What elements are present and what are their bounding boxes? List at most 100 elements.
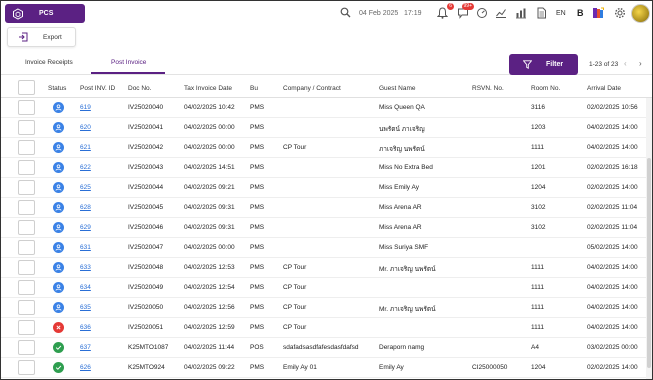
doc-no-cell: IV25020047 [128, 244, 164, 251]
trend-chart-icon[interactable] [494, 6, 507, 19]
column-bu[interactable]: Bu [250, 85, 258, 92]
doc-no-cell: K25MTO924 [128, 364, 165, 371]
post-inv-id-link[interactable]: 628 [80, 204, 91, 211]
column-status[interactable]: Status [48, 85, 66, 92]
table-row[interactable]: 637 K25MTO1087 04/02/2025 11:44 POS sdafadsa… [1, 338, 646, 358]
status-checkmark-icon [53, 362, 64, 373]
table-row[interactable]: 625 IV25020044 04/02/2025 09:21 PMS Miss Emi… [1, 178, 646, 198]
post-inv-id-link[interactable]: 636 [80, 324, 91, 331]
table-row[interactable]: 629 IV25020046 04/02/2025 09:31 PMS Miss Are… [1, 218, 646, 238]
row-checkbox[interactable] [18, 100, 35, 115]
row-checkbox[interactable] [18, 220, 35, 235]
table-row[interactable]: 628 IV25020045 04/02/2025 09:31 PMS Miss Are… [1, 198, 646, 218]
language-selector[interactable]: EN [556, 10, 566, 17]
tab-invoice-receipts[interactable]: Invoice Receipts [25, 59, 73, 66]
column-tax-invoice-date[interactable]: Tax Invoice Date [184, 85, 232, 92]
bell-icon[interactable]: 6 [436, 3, 454, 19]
column-post-inv-id[interactable]: Post INV. ID [80, 85, 115, 92]
row-checkbox[interactable] [18, 120, 35, 135]
row-checkbox[interactable] [18, 340, 35, 355]
tax-invoice-date-cell: 04/02/2025 14:51 [184, 164, 235, 171]
row-checkbox[interactable] [18, 320, 35, 335]
user-avatar[interactable] [631, 4, 650, 23]
row-checkbox[interactable] [18, 140, 35, 155]
document-icon[interactable] [535, 6, 548, 19]
gauge-icon[interactable] [475, 6, 488, 19]
palette-icon[interactable] [591, 6, 604, 19]
row-checkbox[interactable] [18, 160, 35, 175]
scrollbar-thumb[interactable] [647, 158, 651, 368]
table-row[interactable]: 634 IV25020049 04/02/2025 12:54 PMS CP Tour 1… [1, 278, 646, 298]
tab-post-invoice[interactable]: Post Invoice [111, 59, 146, 66]
table-row[interactable]: 621 IV25020042 04/02/2025 00:00 PMS CP Tour ภ… [1, 138, 646, 158]
table-row[interactable]: 635 IV25020050 04/02/2025 12:56 PMS CP Tour M… [1, 298, 646, 318]
post-inv-id-link[interactable]: 626 [80, 364, 91, 371]
row-checkbox[interactable] [18, 240, 35, 255]
row-checkbox[interactable] [18, 300, 35, 315]
next-page-button[interactable]: › [639, 59, 642, 68]
row-checkbox[interactable] [18, 180, 35, 195]
status-user-icon [53, 302, 64, 313]
table-row[interactable]: 633 IV25020048 04/02/2025 12:53 PMS CP Tour M… [1, 258, 646, 278]
table-row[interactable]: 636 IV25020051 04/02/2025 12:59 PMS CP Tour 1… [1, 318, 646, 338]
post-inv-id-link[interactable]: 629 [80, 224, 91, 231]
message-icon[interactable]: 99+ [456, 3, 474, 19]
b-button[interactable]: B [577, 8, 584, 18]
row-checkbox[interactable] [18, 280, 35, 295]
post-inv-id-link[interactable]: 637 [80, 344, 91, 351]
column-company-contract[interactable]: Company / Contract [283, 85, 341, 92]
room-no-cell: 1203 [531, 124, 546, 131]
tax-invoice-date-cell: 04/02/2025 12:56 [184, 304, 235, 311]
arrival-date-cell: 04/02/2025 14:00 [587, 304, 638, 311]
post-inv-id-link[interactable]: 631 [80, 244, 91, 251]
column-arrival-date[interactable]: Arrival Date [587, 85, 621, 92]
rsvn-no-cell: CI25000050 [472, 364, 508, 371]
post-inv-id-link[interactable]: 621 [80, 144, 91, 151]
status-user-icon [53, 102, 64, 113]
column-guest-name[interactable]: Guest Name [379, 85, 416, 92]
current-date: 04 Feb 2025 [359, 10, 399, 17]
post-inv-id-link[interactable]: 620 [80, 124, 91, 131]
row-checkbox[interactable] [18, 360, 35, 375]
row-checkbox[interactable] [18, 200, 35, 215]
message-badge: 99+ [461, 3, 474, 10]
column-room-no[interactable]: Room No. [531, 85, 560, 92]
table-scrollbar[interactable] [646, 98, 652, 379]
column-rsvn-no[interactable]: RSVN. No. [472, 85, 504, 92]
doc-no-cell: IV25020043 [128, 164, 164, 171]
table-row[interactable]: 622 IV25020043 04/02/2025 14:51 PMS Miss No … [1, 158, 646, 178]
table-row[interactable]: 620 IV25020041 04/02/2025 00:00 PMS นพรัตน์ … [1, 118, 646, 138]
post-inv-id-link[interactable]: 633 [80, 264, 91, 271]
table-row[interactable]: 626 K25MTO924 04/02/2025 09:22 PMS Emily Ay … [1, 358, 646, 378]
arrival-date-cell: 04/02/2025 14:00 [587, 284, 638, 291]
bar-chart-icon[interactable] [514, 6, 527, 19]
row-checkbox[interactable] [18, 260, 35, 275]
bu-cell: PMS [250, 184, 265, 191]
arrival-date-cell: 02/02/2025 11:04 [587, 224, 638, 231]
company-contract-cell: sdafadsasdfafesdasfdafsd [283, 344, 359, 351]
post-inv-id-link[interactable]: 625 [80, 184, 91, 191]
post-inv-id-link[interactable]: 619 [80, 104, 91, 111]
table-row[interactable]: 631 IV25020047 04/02/2025 00:00 PMS Miss Sur… [1, 238, 646, 258]
select-all-checkbox[interactable] [18, 80, 35, 95]
bu-cell: PMS [250, 244, 265, 251]
guest-name-cell: ภาเจริญ นพรัตน์ [379, 146, 425, 153]
doc-no-cell: IV25020040 [128, 104, 164, 111]
post-inv-id-link[interactable]: 634 [80, 284, 91, 291]
search-icon[interactable] [340, 7, 351, 18]
table-row[interactable]: 619 IV25020040 04/02/2025 10:42 PMS Miss Que… [1, 98, 646, 118]
post-inv-id-link[interactable]: 635 [80, 304, 91, 311]
app-switcher[interactable]: PCS [5, 4, 85, 23]
guest-name-cell: Mr. ภาเจริญ นพรัตน์ [379, 266, 436, 273]
status-user-icon [53, 242, 64, 253]
settings-gear-icon[interactable] [613, 6, 626, 19]
arrival-date-cell: 02/02/2025 16:18 [587, 164, 638, 171]
arrival-date-cell: 02/02/2025 14:00 [587, 364, 638, 371]
filter-button[interactable]: Filter [509, 54, 578, 75]
export-button[interactable]: Export [7, 27, 76, 47]
room-no-cell: 1111 [531, 304, 545, 311]
prev-page-button[interactable]: ‹ [624, 59, 627, 68]
arrival-date-cell: 02/02/2025 10:56 [587, 104, 638, 111]
column-doc-no[interactable]: Doc No. [128, 85, 151, 92]
post-inv-id-link[interactable]: 622 [80, 164, 91, 171]
